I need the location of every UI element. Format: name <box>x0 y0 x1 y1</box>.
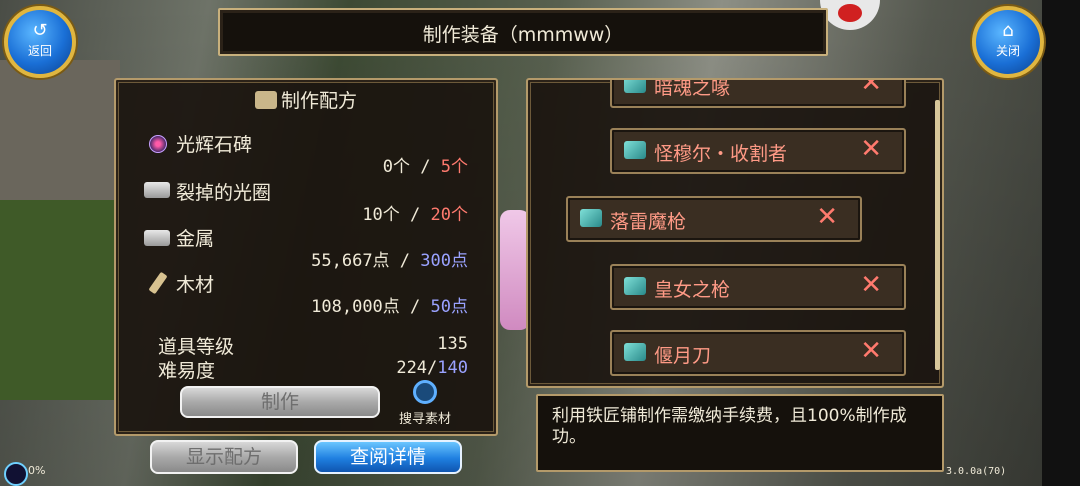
list-item[interactable]: 怪穆尔・收割者 ✕ <box>610 128 906 174</box>
weapon-icon <box>624 80 646 93</box>
unavailable-x-icon: ✕ <box>860 270 882 300</box>
info-text: 利用铁匠铺制作需缴纳手续费，且100%制作成功。 <box>552 406 907 447</box>
material-name: 木材 <box>176 274 215 296</box>
show-recipe-button[interactable]: 显示配方 <box>150 440 298 474</box>
window-title-bar: 制作装备（mmmww） <box>218 8 828 56</box>
list-item[interactable]: 皇女之枪 ✕ <box>610 264 906 310</box>
material-sep: / <box>410 157 441 177</box>
material-need: 5个 <box>440 157 468 177</box>
back-label: 返回 <box>27 44 52 58</box>
unavailable-x-icon: ✕ <box>860 336 882 366</box>
material-need: 20个 <box>430 205 468 225</box>
screen-edge <box>1042 0 1080 486</box>
unavailable-x-icon: ✕ <box>860 78 882 98</box>
difficulty-have: 224/ <box>396 358 438 378</box>
difficulty-need: 140 <box>437 358 468 378</box>
material-have: 55,667点 <box>311 251 390 271</box>
difficulty-label: 难易度 <box>158 360 216 382</box>
material-quantity: 108,000点 / 50点 <box>311 292 468 317</box>
back-arrow-icon: ↺ <box>32 20 48 41</box>
anvil-icon <box>144 178 170 200</box>
background-grass <box>0 200 120 400</box>
wood-icon <box>146 271 170 295</box>
item-level-value: 135 <box>437 334 468 354</box>
material-quantity: 0个 / 5个 <box>383 152 468 177</box>
material-sep: / <box>399 205 431 225</box>
material-sep: / <box>399 297 431 317</box>
list-item[interactable]: 暗魂之喙 ✕ <box>610 78 906 108</box>
scroll-icon <box>254 91 277 109</box>
metal-icon <box>144 226 170 248</box>
material-need: 50点 <box>430 297 468 317</box>
loading-percent: 0% <box>28 464 46 477</box>
material-have: 0个 <box>382 157 411 177</box>
weapon-icon <box>624 343 646 361</box>
list-item-selected[interactable]: 落雷魔枪 ✕ <box>566 196 862 242</box>
material-sep: / <box>389 251 421 271</box>
item-level-label: 道具等级 <box>158 336 235 358</box>
loading-icon <box>4 462 28 486</box>
close-button[interactable]: ⌂ 关闭 <box>972 6 1044 78</box>
item-name: 暗魂之喙 <box>654 78 731 99</box>
magnifier-icon <box>413 380 437 404</box>
material-name: 金属 <box>176 228 215 250</box>
material-need: 300点 <box>420 251 468 271</box>
material-quantity: 10个 / 20个 <box>362 200 468 225</box>
item-name: 皇女之枪 <box>654 279 731 301</box>
recipe-panel: 制作配方 光辉石碑 0个 / 5个 裂掉的光圈 10个 / 20个 金属 55,… <box>114 78 498 436</box>
orb-icon <box>146 132 170 154</box>
unavailable-x-icon: ✕ <box>860 134 882 164</box>
material-quantity: 55,667点 / 300点 <box>311 246 468 271</box>
view-details-button[interactable]: 查阅详情 <box>314 440 462 474</box>
equipment-list-panel[interactable]: 暗魂之喙 ✕ 怪穆尔・收割者 ✕ 落雷魔枪 ✕ 皇女之枪 ✕ 偃月刀 ✕ <box>526 78 944 388</box>
item-name: 偃月刀 <box>654 345 712 367</box>
material-have: 108,000点 <box>311 297 400 317</box>
item-name: 落雷魔枪 <box>610 211 687 233</box>
search-materials-button[interactable]: 搜寻素材 <box>392 380 458 427</box>
home-icon: ⌂ <box>1002 20 1014 41</box>
material-have: 10个 <box>362 205 400 225</box>
character-head <box>820 0 880 30</box>
material-name: 裂掉的光圈 <box>176 182 272 204</box>
material-name: 光辉石碑 <box>176 134 253 156</box>
weapon-icon <box>624 277 646 295</box>
recipe-title-text: 制作配方 <box>280 90 357 112</box>
item-name: 怪穆尔・收割者 <box>654 143 788 165</box>
search-materials-label: 搜寻素材 <box>398 412 451 427</box>
weapon-icon <box>580 209 602 227</box>
back-button[interactable]: ↺ 返回 <box>4 6 76 78</box>
version-label: 3.0.0a(70) <box>946 466 1007 477</box>
list-scrollbar[interactable] <box>935 100 940 370</box>
recipe-title: 制作配方 <box>116 86 496 113</box>
weapon-icon <box>624 141 646 159</box>
background-wall <box>0 60 120 200</box>
window-title: 制作装备（mmmww） <box>422 24 624 46</box>
info-box: 利用铁匠铺制作需缴纳手续费，且100%制作成功。 <box>536 394 944 472</box>
craft-button[interactable]: 制作 <box>180 386 380 418</box>
difficulty-value: 224/140 <box>396 358 468 378</box>
unavailable-x-icon: ✕ <box>816 202 838 232</box>
close-label: 关闭 <box>995 44 1020 58</box>
list-item[interactable]: 偃月刀 ✕ <box>610 330 906 376</box>
